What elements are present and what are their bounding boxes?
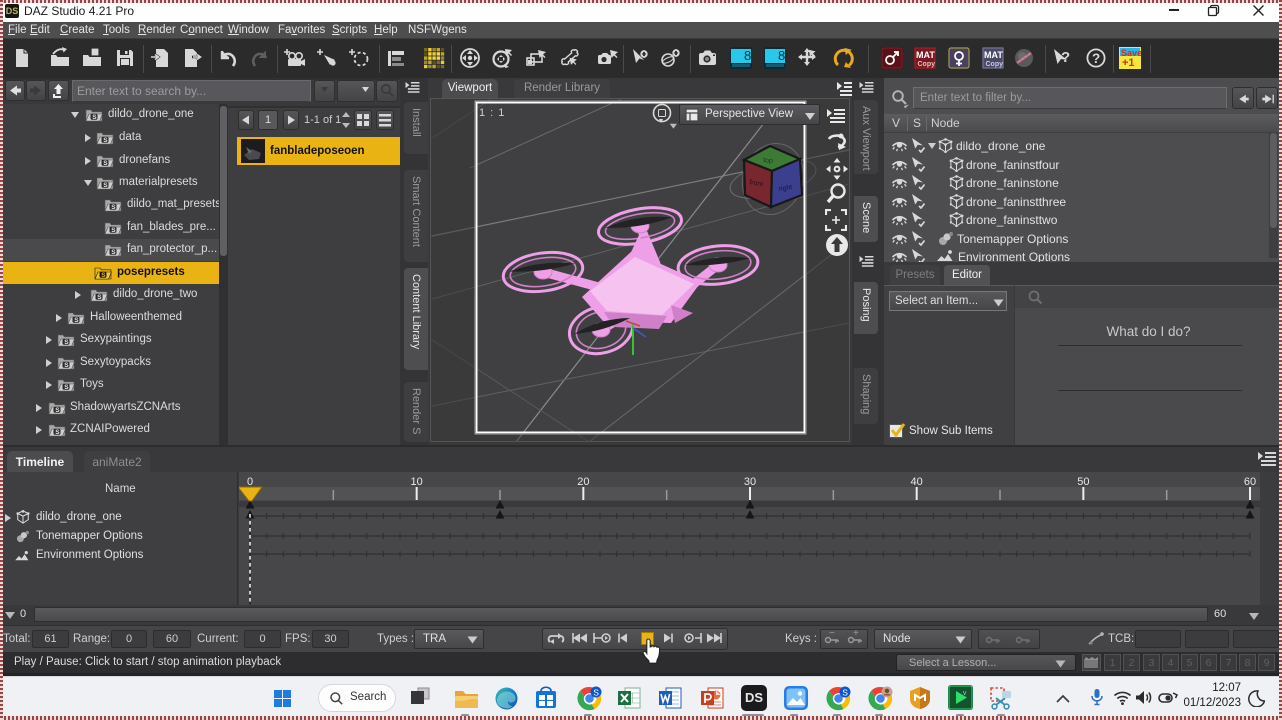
svg-text:S: S xyxy=(111,227,116,234)
svg-text:S: S xyxy=(64,362,69,369)
svg-text:8: 8 xyxy=(744,48,751,63)
svg-text:Copy: Copy xyxy=(918,61,936,68)
svg-text:S: S xyxy=(101,272,106,279)
svg-text:S: S xyxy=(103,137,108,144)
svg-text:MAT: MAT xyxy=(916,50,935,60)
svg-text:40: 40 xyxy=(911,476,923,488)
svg-text:S: S xyxy=(74,317,79,324)
svg-text:60: 60 xyxy=(1244,476,1256,488)
svg-text:S: S xyxy=(97,294,102,301)
svg-text:?: ? xyxy=(1061,49,1070,66)
svg-text:S: S xyxy=(103,182,108,189)
svg-text:S: S xyxy=(55,407,60,414)
svg-text:8: 8 xyxy=(778,48,785,63)
svg-text:S: S xyxy=(593,687,599,697)
svg-text:S: S xyxy=(842,687,848,697)
svg-text:?: ? xyxy=(1092,51,1100,66)
svg-text:MAT: MAT xyxy=(984,50,1003,60)
svg-text:0: 0 xyxy=(247,476,253,488)
svg-text:S: S xyxy=(111,249,116,256)
svg-text:S: S xyxy=(64,384,69,391)
svg-text:S: S xyxy=(111,204,116,211)
svg-text:S: S xyxy=(64,339,69,346)
svg-text:S: S xyxy=(55,429,60,436)
svg-text:Copy: Copy xyxy=(986,61,1004,68)
svg-text:50: 50 xyxy=(1077,476,1089,488)
svg-text:30: 30 xyxy=(744,476,756,488)
svg-text:20: 20 xyxy=(577,476,589,488)
svg-text:S: S xyxy=(92,114,97,121)
svg-text:+1: +1 xyxy=(1122,57,1135,69)
svg-text:10: 10 xyxy=(411,476,423,488)
svg-text:S: S xyxy=(103,160,108,167)
svg-text:top: top xyxy=(763,157,774,165)
